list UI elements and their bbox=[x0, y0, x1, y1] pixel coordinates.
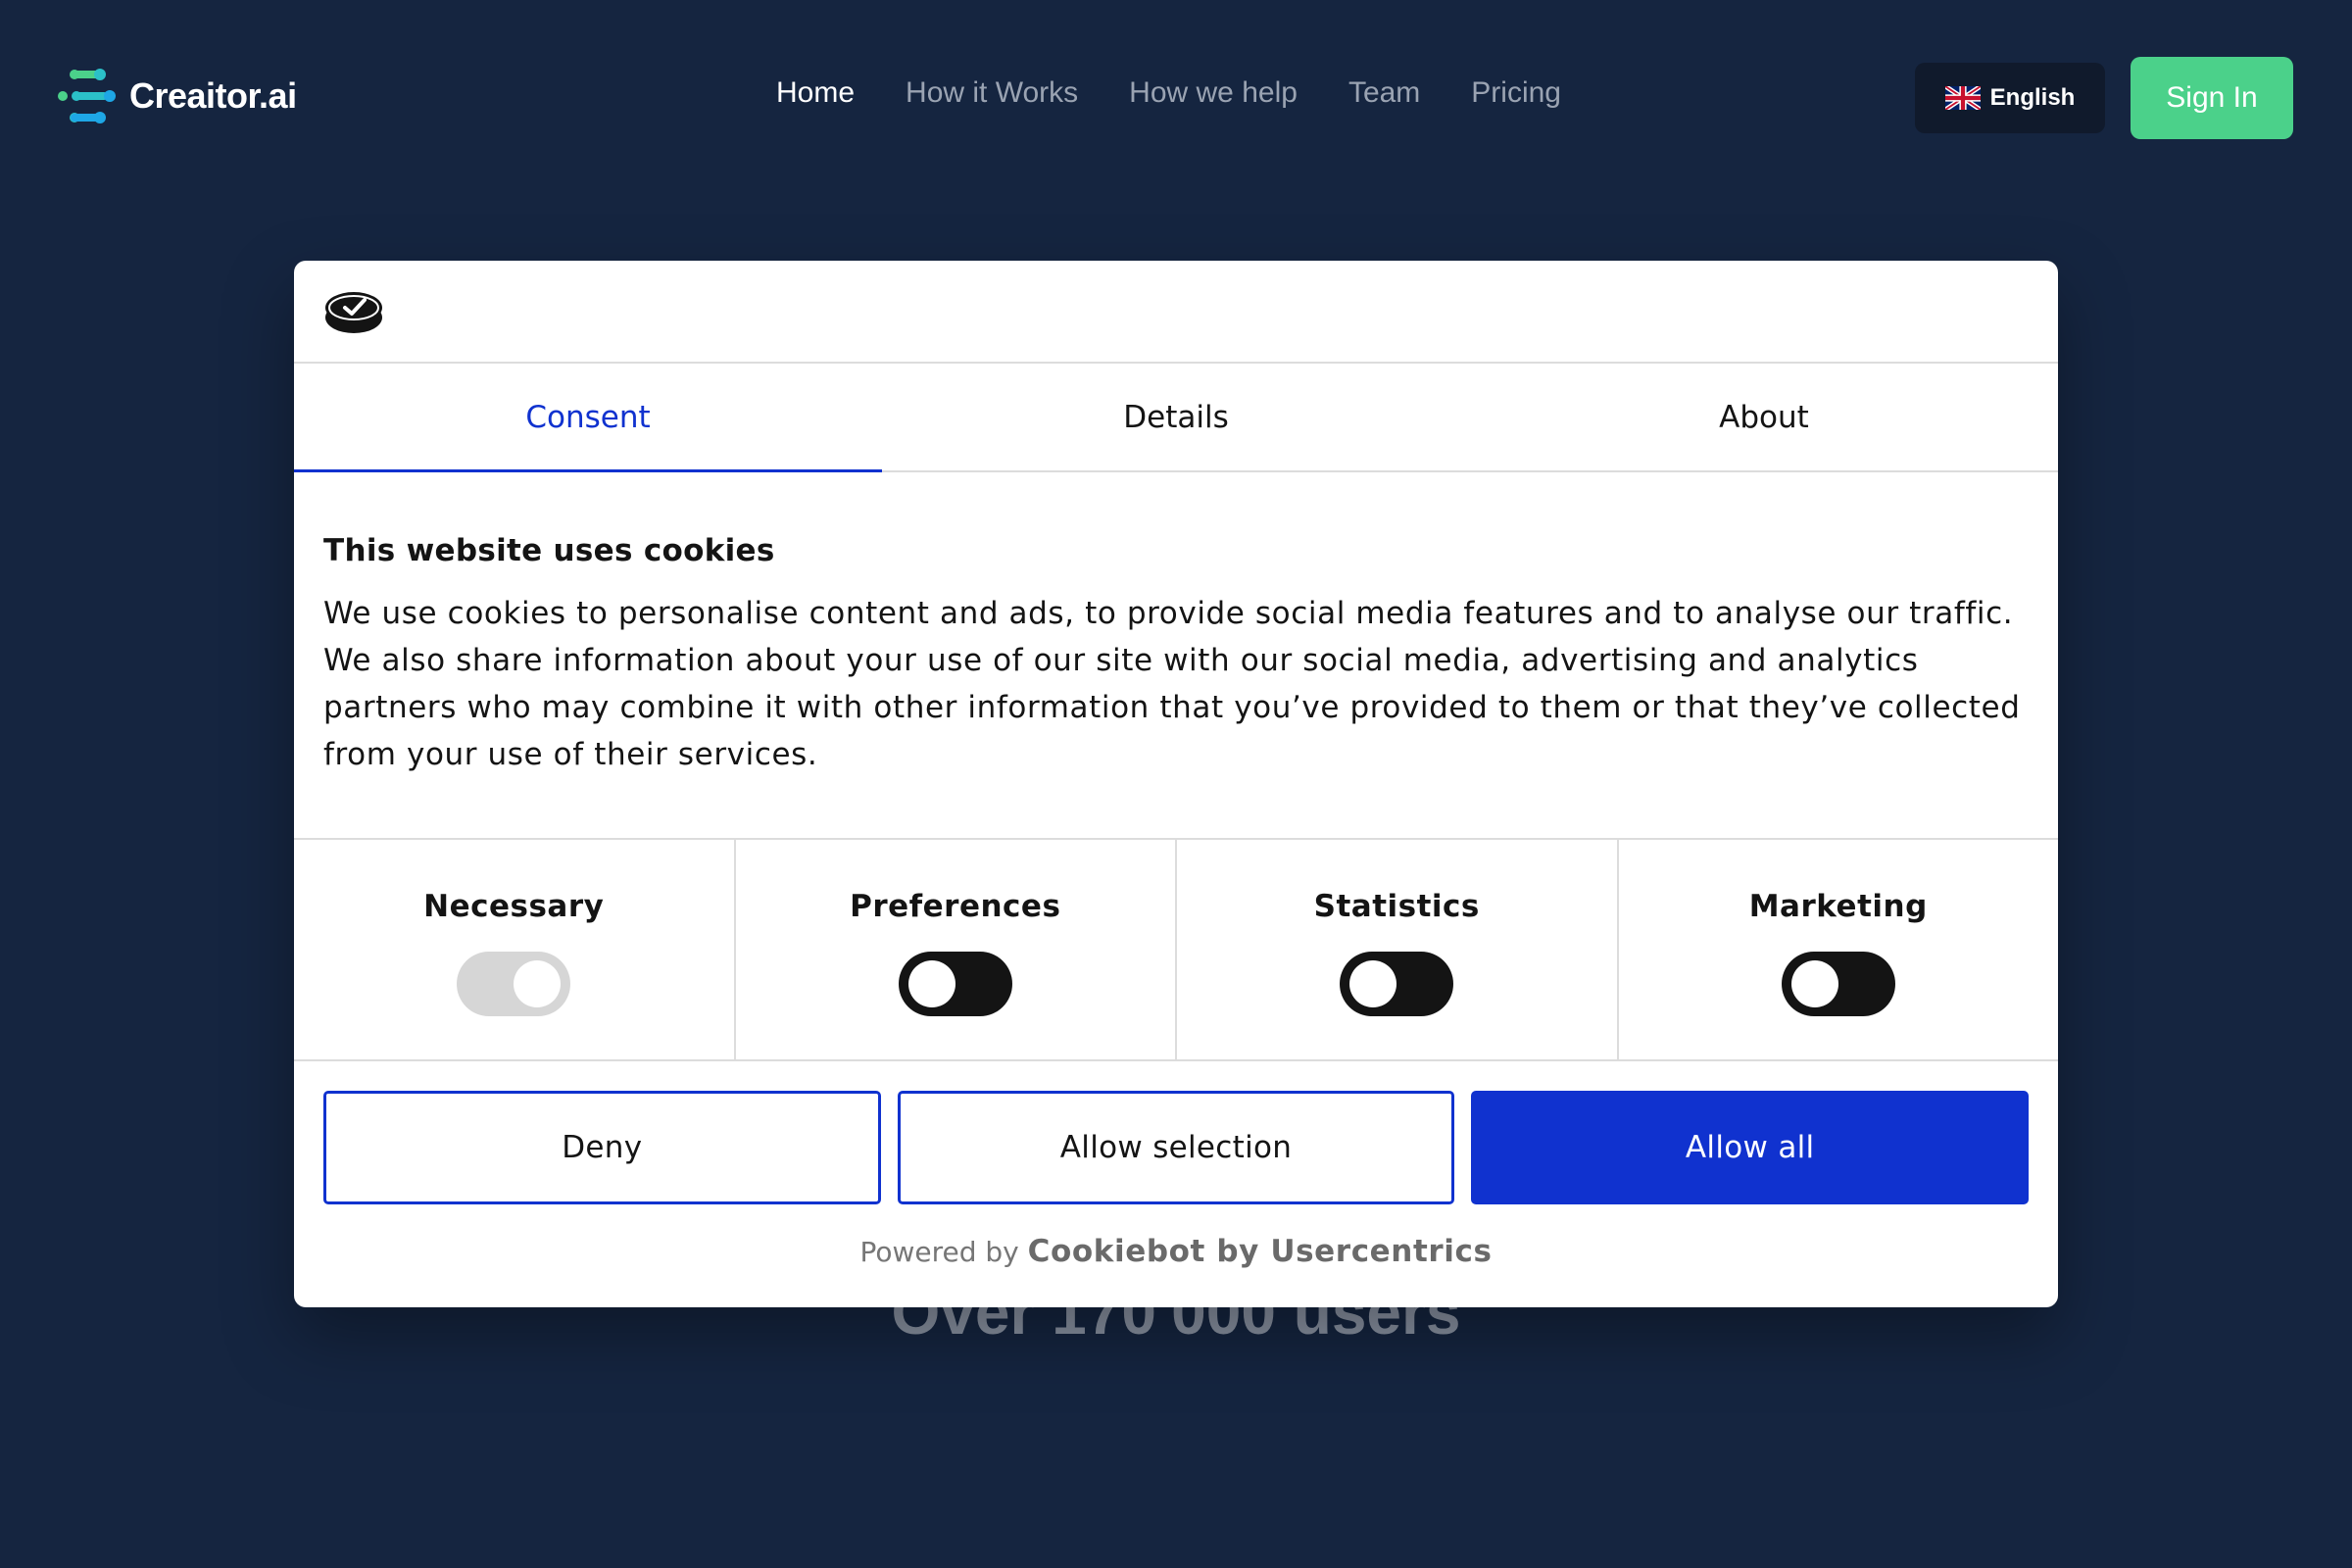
consent-content: This website uses cookies We use cookies… bbox=[294, 472, 2058, 840]
site-header: Creaitor.ai Home How it Works How we hel… bbox=[0, 0, 2352, 196]
language-selector[interactable]: English bbox=[1915, 63, 2105, 133]
nav-home[interactable]: Home bbox=[776, 76, 855, 110]
toggle-knob bbox=[1790, 960, 1838, 1007]
nav-how-it-works[interactable]: How it Works bbox=[906, 76, 1078, 110]
toggle-cell-statistics: Statistics bbox=[1177, 840, 1619, 1059]
toggle-label-statistics: Statistics bbox=[1313, 889, 1480, 924]
nav-how-we-help[interactable]: How we help bbox=[1129, 76, 1298, 110]
toggle-cell-marketing: Marketing bbox=[1619, 840, 2059, 1059]
dialog-tabs: Consent Details About bbox=[294, 364, 2058, 472]
cookiebot-logo-icon bbox=[325, 292, 382, 333]
tab-details[interactable]: Details bbox=[882, 364, 1470, 470]
consent-body-text: We use cookies to personalise content an… bbox=[323, 596, 2021, 772]
main-nav: Home How it Works How we help Team Prici… bbox=[776, 76, 1612, 110]
toggle-knob bbox=[1349, 960, 1397, 1007]
toggle-label-necessary: Necessary bbox=[423, 889, 605, 924]
brand-logo[interactable]: Creaitor.ai bbox=[57, 67, 297, 125]
necessary-toggle bbox=[457, 952, 571, 1016]
cookie-category-toggles: Necessary Preferences Statistics Marketi… bbox=[294, 840, 2058, 1061]
toggle-label-preferences: Preferences bbox=[850, 889, 1061, 924]
deny-button[interactable]: Deny bbox=[323, 1091, 881, 1204]
powered-by: Powered by Cookiebot by Usercentrics bbox=[294, 1234, 2058, 1269]
language-label: English bbox=[1989, 84, 2076, 111]
toggle-cell-preferences: Preferences bbox=[736, 840, 1177, 1059]
tab-about[interactable]: About bbox=[1470, 364, 2058, 470]
uk-flag-icon bbox=[1944, 86, 1981, 110]
creaitor-logo-icon bbox=[58, 69, 116, 123]
marketing-toggle[interactable] bbox=[1781, 952, 1895, 1016]
toggle-label-marketing: Marketing bbox=[1748, 889, 1928, 924]
allow-selection-button[interactable]: Allow selection bbox=[897, 1091, 1455, 1204]
toggle-knob bbox=[514, 960, 562, 1007]
nav-pricing[interactable]: Pricing bbox=[1471, 76, 1561, 110]
brand-name: Creaitor.ai bbox=[129, 75, 297, 116]
consent-heading: This website uses cookies bbox=[323, 533, 775, 568]
consent-buttons: Deny Allow selection Allow all bbox=[294, 1061, 2058, 1204]
dialog-header bbox=[294, 261, 2058, 364]
powered-by-prefix: Powered by bbox=[859, 1236, 1019, 1268]
cookiebot-link[interactable]: Cookiebot by Usercentrics bbox=[1028, 1234, 1493, 1269]
sign-in-button[interactable]: Sign In bbox=[2131, 57, 2293, 139]
toggle-cell-necessary: Necessary bbox=[294, 840, 736, 1059]
cookie-consent-dialog: Consent Details About This website uses … bbox=[294, 261, 2058, 1307]
statistics-toggle[interactable] bbox=[1340, 952, 1454, 1016]
tab-consent[interactable]: Consent bbox=[294, 364, 882, 472]
toggle-knob bbox=[907, 960, 956, 1007]
allow-all-button[interactable]: Allow all bbox=[1471, 1091, 2030, 1204]
preferences-toggle[interactable] bbox=[898, 952, 1012, 1016]
nav-team[interactable]: Team bbox=[1348, 76, 1420, 110]
